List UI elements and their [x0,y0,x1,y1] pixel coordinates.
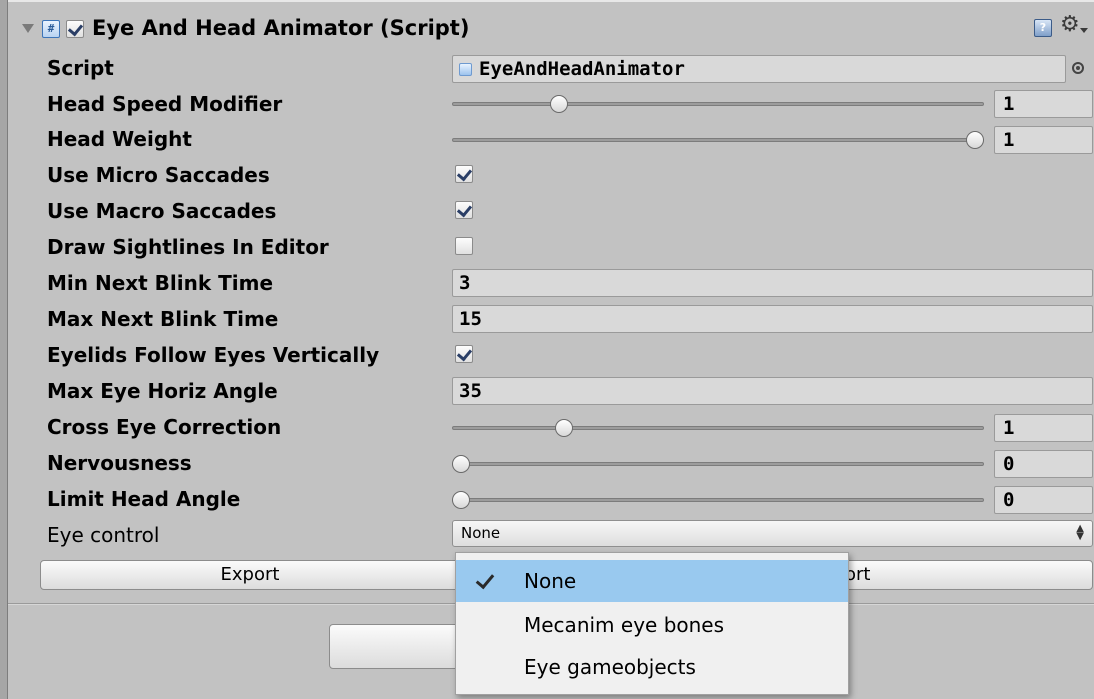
limit-head-angle-label: Limit Head Angle [47,487,241,511]
foldout-arrow-icon[interactable] [22,24,34,33]
use-micro-saccades-checkbox[interactable] [455,165,473,183]
checkmark-icon [456,165,473,182]
head-speed-modifier-label: Head Speed Modifier [47,92,283,116]
eyelids-follow-checkbox[interactable] [455,345,473,363]
draw-sightlines-label: Draw Sightlines In Editor [47,235,329,259]
inspector-left-border [0,0,8,699]
cross-eye-correction-field[interactable]: 1 [994,414,1093,442]
checkmark-icon [67,20,84,37]
max-eye-horiz-angle-field[interactable]: 35 [452,377,1093,405]
dropdown-option-mecanim-eye-bones[interactable]: Mecanim eye bones [456,604,848,646]
dropdown-option-label: None [524,569,577,593]
component-header: # Eye And Head Animator (Script) ? ⚙ [8,0,1094,52]
nervousness-slider-thumb[interactable] [452,455,470,473]
component-title: Eye And Head Animator (Script) [92,16,470,40]
script-object-field[interactable]: EyeAndHeadAnimator [452,55,1066,83]
head-weight-slider-track[interactable] [452,138,984,142]
eye-control-value: None [461,524,501,542]
max-next-blink-time-label: Max Next Blink Time [47,307,279,331]
head-speed-modifier-slider-track[interactable] [452,102,984,106]
head-weight-label: Head Weight [47,127,192,151]
picker-icon[interactable] [1072,62,1084,74]
eye-control-label: Eye control [47,523,160,547]
component-enabled-checkbox[interactable] [66,20,84,38]
checkmark-icon [475,569,495,590]
cross-eye-correction-slider-thumb[interactable] [554,419,573,437]
script-icon: # [42,20,60,38]
max-next-blink-time-field[interactable]: 15 [452,305,1093,333]
checkmark-icon [456,345,473,362]
nervousness-slider-track[interactable] [452,462,984,466]
script-value: EyeAndHeadAnimator [479,58,685,80]
updown-arrows-icon: ▲ ▼ [1076,523,1084,542]
eye-control-popup[interactable]: None ▲ ▼ [452,520,1093,547]
export-button[interactable]: Export [40,560,460,590]
use-macro-saccades-label: Use Macro Saccades [47,199,277,223]
eye-control-dropdown-menu: None Mecanim eye bones Eye gameobjects [455,552,849,695]
checkmark-icon [456,201,473,218]
nervousness-label: Nervousness [47,451,192,475]
min-next-blink-time-field[interactable]: 3 [452,269,1093,297]
script-label: Script [47,56,114,80]
limit-head-angle-field[interactable]: 0 [994,486,1093,514]
dropdown-option-eye-gameobjects[interactable]: Eye gameobjects [456,646,848,688]
dropdown-option-none[interactable]: None [456,560,848,602]
dropdown-option-label: Mecanim eye bones [524,613,725,637]
limit-head-angle-slider-track[interactable] [452,498,984,502]
max-eye-horiz-angle-label: Max Eye Horiz Angle [47,379,278,403]
eyelids-follow-label: Eyelids Follow Eyes Vertically [47,343,380,367]
head-speed-modifier-field[interactable]: 1 [994,90,1093,118]
use-micro-saccades-label: Use Micro Saccades [47,163,270,187]
limit-head-angle-slider-thumb[interactable] [452,491,470,509]
nervousness-field[interactable]: 0 [994,450,1093,478]
draw-sightlines-checkbox[interactable] [455,237,473,255]
gear-icon[interactable]: ⚙ [1060,14,1080,36]
head-weight-slider-thumb[interactable] [966,131,984,149]
head-weight-field[interactable]: 1 [994,126,1093,154]
cross-eye-correction-slider-track[interactable] [452,426,984,430]
cross-eye-correction-label: Cross Eye Correction [47,415,282,439]
help-icon[interactable]: ? [1034,19,1052,37]
script-file-icon [459,63,472,76]
head-speed-modifier-slider-thumb[interactable] [549,95,568,113]
min-next-blink-time-label: Min Next Blink Time [47,271,274,295]
chevron-down-icon [1080,28,1088,33]
inspector-panel: # Eye And Head Animator (Script) ? ⚙ Scr… [8,0,1094,699]
use-macro-saccades-checkbox[interactable] [455,201,473,219]
dropdown-option-label: Eye gameobjects [524,655,696,679]
